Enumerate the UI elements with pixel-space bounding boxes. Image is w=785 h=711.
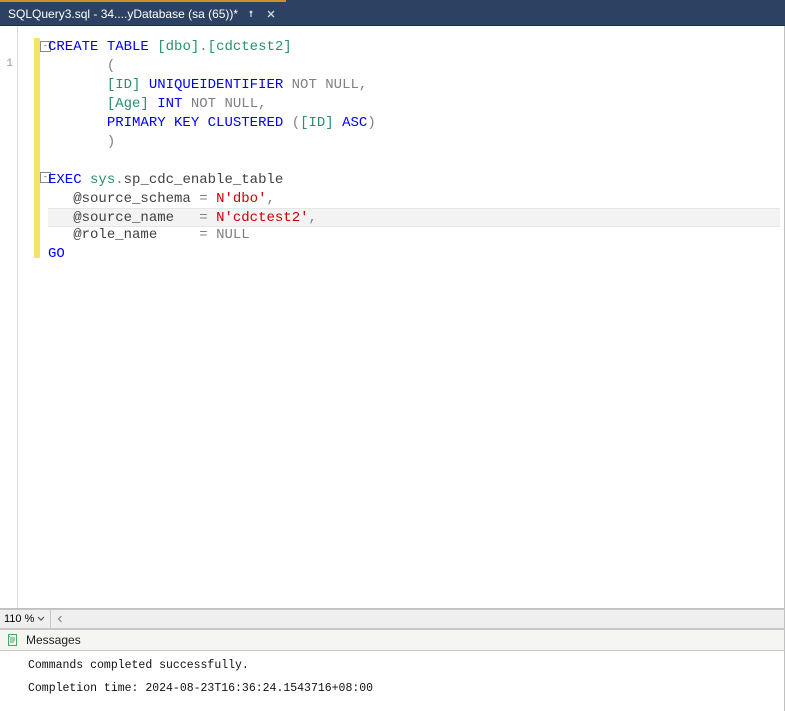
editor-margin [18,26,44,608]
code-line[interactable]: ) [48,133,780,152]
pin-icon[interactable] [244,7,258,21]
chevron-down-icon [36,614,46,624]
message-line: Commands completed successfully. [28,659,772,672]
code-line[interactable]: @source_schema = N'dbo', [48,190,780,209]
close-icon[interactable] [264,7,278,21]
zoom-dropdown[interactable]: 110 % [0,610,51,628]
code-line[interactable]: GO [48,245,780,264]
code-line[interactable]: [Age] INT NOT NULL, [48,95,780,114]
zoom-status-bar: 110 % [0,609,785,629]
code-line[interactable]: EXEC sys.sp_cdc_enable_table [48,171,780,190]
messages-output[interactable]: Commands completed successfully. Completi… [0,651,785,711]
zoom-value: 110 % [4,613,34,625]
code-content[interactable]: CREATE TABLE [dbo].[cdctest2] ( [ID] UNI… [44,26,784,608]
tab-bar: SQLQuery3.sql - 34....yDatabase (sa (65)… [0,0,785,26]
code-line[interactable]: @source_name = N'cdctest2', [48,208,780,227]
code-line[interactable]: @role_name = NULL [48,226,780,245]
message-line: Completion time: 2024-08-23T16:36:24.154… [28,682,772,695]
file-tab[interactable]: SQLQuery3.sql - 34....yDatabase (sa (65)… [0,0,286,25]
code-line[interactable]: ( [48,57,780,76]
code-editor[interactable]: CREATE TABLE [dbo].[cdctest2] ( [ID] UNI… [18,26,784,608]
messages-tab[interactable]: Messages [0,629,785,651]
code-line[interactable]: [ID] UNIQUEIDENTIFIER NOT NULL, [48,76,780,95]
change-indicator [34,38,40,258]
messages-tab-label: Messages [26,633,81,647]
code-line[interactable]: PRIMARY KEY CLUSTERED ([ID] ASC) [48,114,780,133]
code-line[interactable]: CREATE TABLE [dbo].[cdctest2] [48,38,780,57]
line-number-gutter: 1 [0,26,18,608]
messages-icon [6,633,20,647]
line-number: 1 [0,56,17,72]
code-line[interactable] [48,152,780,171]
file-tab-title: SQLQuery3.sql - 34....yDatabase (sa (65)… [8,7,238,21]
scroll-left-icon[interactable] [53,612,67,626]
editor-area: 1 CREATE TABLE [dbo].[cdctest2] ( [ID] U… [0,26,785,609]
